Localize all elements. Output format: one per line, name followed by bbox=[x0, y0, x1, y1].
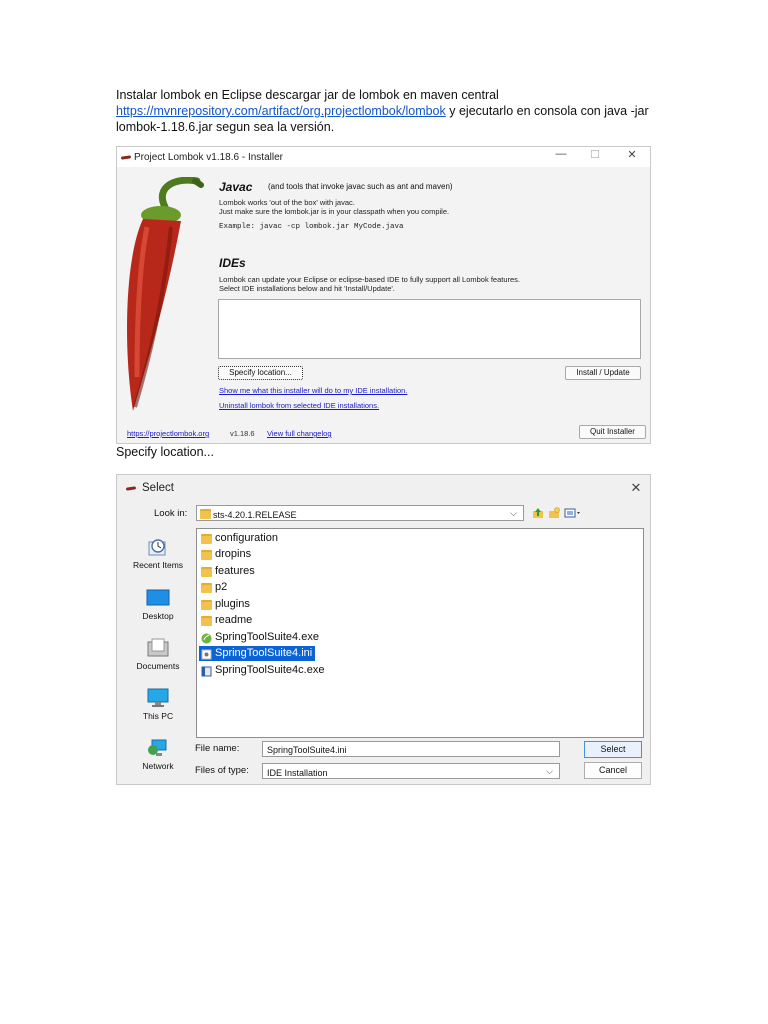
javac-example: Example: javac -cp lombok.jar MyCode.jav… bbox=[219, 223, 404, 231]
select-dialog-window: Select ✕ Look in: sts-4.20.1.RELEASE ⌵ R… bbox=[116, 474, 651, 785]
cancel-button[interactable]: Cancel bbox=[584, 762, 642, 779]
version-label: v1.18.6 bbox=[230, 429, 255, 438]
files-of-type-value: IDE Installation bbox=[267, 768, 328, 778]
file-name: SpringToolSuite4c.exe bbox=[215, 664, 325, 676]
intro-line-2: https://mvnrepository.com/artifact/org.p… bbox=[116, 103, 656, 119]
up-one-level-icon[interactable] bbox=[532, 507, 544, 519]
javac-line-2: Just make sure the lombok.jar is in your… bbox=[219, 207, 450, 216]
look-in-dropdown[interactable]: sts-4.20.1.RELEASE ⌵ bbox=[196, 505, 524, 521]
recent-items-icon bbox=[148, 539, 166, 556]
desktop-icon bbox=[146, 589, 170, 606]
place-label: This PC bbox=[142, 711, 174, 721]
folder-icon bbox=[201, 616, 212, 626]
ide-installations-list[interactable] bbox=[218, 299, 641, 359]
select-dialog-title: Select bbox=[142, 482, 174, 494]
file-name: SpringToolSuite4.ini bbox=[215, 647, 313, 659]
spring-exe-icon bbox=[201, 633, 212, 644]
minimize-button[interactable]: — bbox=[544, 148, 578, 166]
place-label: Network bbox=[142, 761, 174, 771]
install-update-button[interactable]: Install / Update bbox=[565, 366, 641, 380]
folder-icon bbox=[200, 509, 211, 519]
file-item[interactable]: SpringToolSuite4c.exe bbox=[199, 663, 327, 678]
file-name-value: SpringToolSuite4.ini bbox=[267, 745, 347, 755]
intro-line-1: Instalar lombok en Eclipse descargar jar… bbox=[116, 88, 499, 102]
file-item[interactable]: plugins bbox=[199, 597, 253, 612]
ides-line-2: Select IDE installations below and hit '… bbox=[219, 284, 395, 293]
this-pc-icon bbox=[147, 688, 169, 707]
file-name: p2 bbox=[215, 581, 228, 593]
file-item[interactable]: dropins bbox=[199, 547, 254, 562]
place-recent-items[interactable]: Recent Items bbox=[127, 537, 189, 570]
intro-paragraph: Instalar lombok en Eclipse descargar jar… bbox=[116, 87, 656, 135]
place-label: Documents bbox=[136, 661, 180, 671]
file-name: plugins bbox=[215, 598, 250, 610]
ides-heading: IDEs bbox=[219, 256, 246, 270]
changelog-link[interactable]: View full changelog bbox=[267, 429, 332, 438]
chili-pepper-logo bbox=[127, 177, 204, 411]
chevron-down-icon: ⌵ bbox=[510, 508, 517, 518]
caption-specify-location: Specify location... bbox=[116, 445, 214, 459]
folder-icon bbox=[201, 583, 212, 593]
intro-line-3: lombok-1.18.6.jar segun sea la versión. bbox=[116, 120, 335, 134]
file-name-label: File name: bbox=[195, 743, 240, 754]
place-label: Desktop bbox=[142, 611, 174, 621]
look-in-value: sts-4.20.1.RELEASE bbox=[213, 510, 297, 520]
folder-icon bbox=[201, 600, 212, 610]
maximize-button[interactable]: ☐ bbox=[578, 148, 612, 166]
mvnrepository-link[interactable]: https://mvnrepository.com/artifact/org.p… bbox=[116, 104, 446, 118]
select-titlebar: Select ✕ bbox=[117, 475, 650, 501]
place-network[interactable]: Network bbox=[127, 738, 189, 771]
show-installer-actions-link[interactable]: Show me what this installer will do to m… bbox=[219, 386, 407, 395]
installer-title: Project Lombok v1.18.6 - Installer bbox=[134, 152, 283, 163]
file-item[interactable]: readme bbox=[199, 613, 255, 628]
projectlombok-site-link[interactable]: https://projectlombok.org bbox=[127, 429, 209, 438]
place-this-pc[interactable]: This PC bbox=[127, 688, 189, 721]
lombok-installer-window: Project Lombok v1.18.6 - Installer — ☐ ✕… bbox=[116, 146, 651, 444]
close-button[interactable]: ✕ bbox=[615, 148, 649, 166]
file-name: readme bbox=[215, 614, 253, 626]
chili-app-icon bbox=[120, 155, 132, 160]
installer-titlebar: Project Lombok v1.18.6 - Installer — ☐ ✕ bbox=[117, 147, 650, 167]
file-item[interactable]: p2 bbox=[199, 580, 230, 595]
specify-location-button[interactable]: Specify location... bbox=[218, 366, 303, 380]
javac-note: (and tools that invoke javac such as ant… bbox=[268, 182, 453, 191]
file-name: dropins bbox=[215, 548, 252, 560]
files-of-type-dropdown[interactable]: IDE Installation ⌵ bbox=[262, 763, 560, 779]
files-of-type-label: Files of type: bbox=[195, 765, 249, 776]
place-documents[interactable]: Documents bbox=[127, 638, 189, 671]
folder-icon bbox=[201, 550, 212, 560]
network-icon bbox=[148, 739, 167, 756]
javac-heading: Javac bbox=[219, 180, 253, 194]
close-button[interactable]: ✕ bbox=[619, 480, 653, 498]
uninstall-lombok-link[interactable]: Uninstall lombok from selected IDE insta… bbox=[219, 401, 379, 410]
folder-icon bbox=[201, 567, 212, 577]
documents-icon bbox=[147, 638, 169, 657]
file-list[interactable]: configuration dropins features p2 plugin… bbox=[196, 528, 644, 738]
look-in-label: Look in: bbox=[154, 508, 188, 519]
folder-icon bbox=[201, 534, 212, 544]
file-name: SpringToolSuite4.exe bbox=[215, 631, 319, 643]
file-item-selected[interactable]: SpringToolSuite4.ini bbox=[199, 646, 316, 661]
chevron-down-icon: ⌵ bbox=[546, 766, 553, 776]
file-name-field[interactable]: SpringToolSuite4.ini bbox=[262, 741, 560, 757]
new-folder-icon[interactable] bbox=[548, 507, 560, 519]
place-desktop[interactable]: Desktop bbox=[127, 588, 189, 621]
file-item[interactable]: configuration bbox=[199, 531, 281, 546]
file-item[interactable]: features bbox=[199, 564, 258, 579]
file-name: features bbox=[215, 565, 255, 577]
view-menu-icon[interactable] bbox=[564, 507, 581, 519]
console-exe-icon bbox=[201, 666, 212, 677]
select-button[interactable]: Select bbox=[584, 741, 642, 758]
chili-app-icon bbox=[125, 486, 137, 491]
place-label: Recent Items bbox=[132, 560, 184, 570]
file-name: configuration bbox=[215, 532, 278, 544]
file-item[interactable]: SpringToolSuite4.exe bbox=[199, 630, 322, 645]
settings-file-icon bbox=[201, 649, 212, 660]
intro-line-2-tail: y ejecutarlo en consola con java -jar bbox=[445, 104, 649, 118]
quit-installer-button[interactable]: Quit Installer bbox=[579, 425, 646, 439]
